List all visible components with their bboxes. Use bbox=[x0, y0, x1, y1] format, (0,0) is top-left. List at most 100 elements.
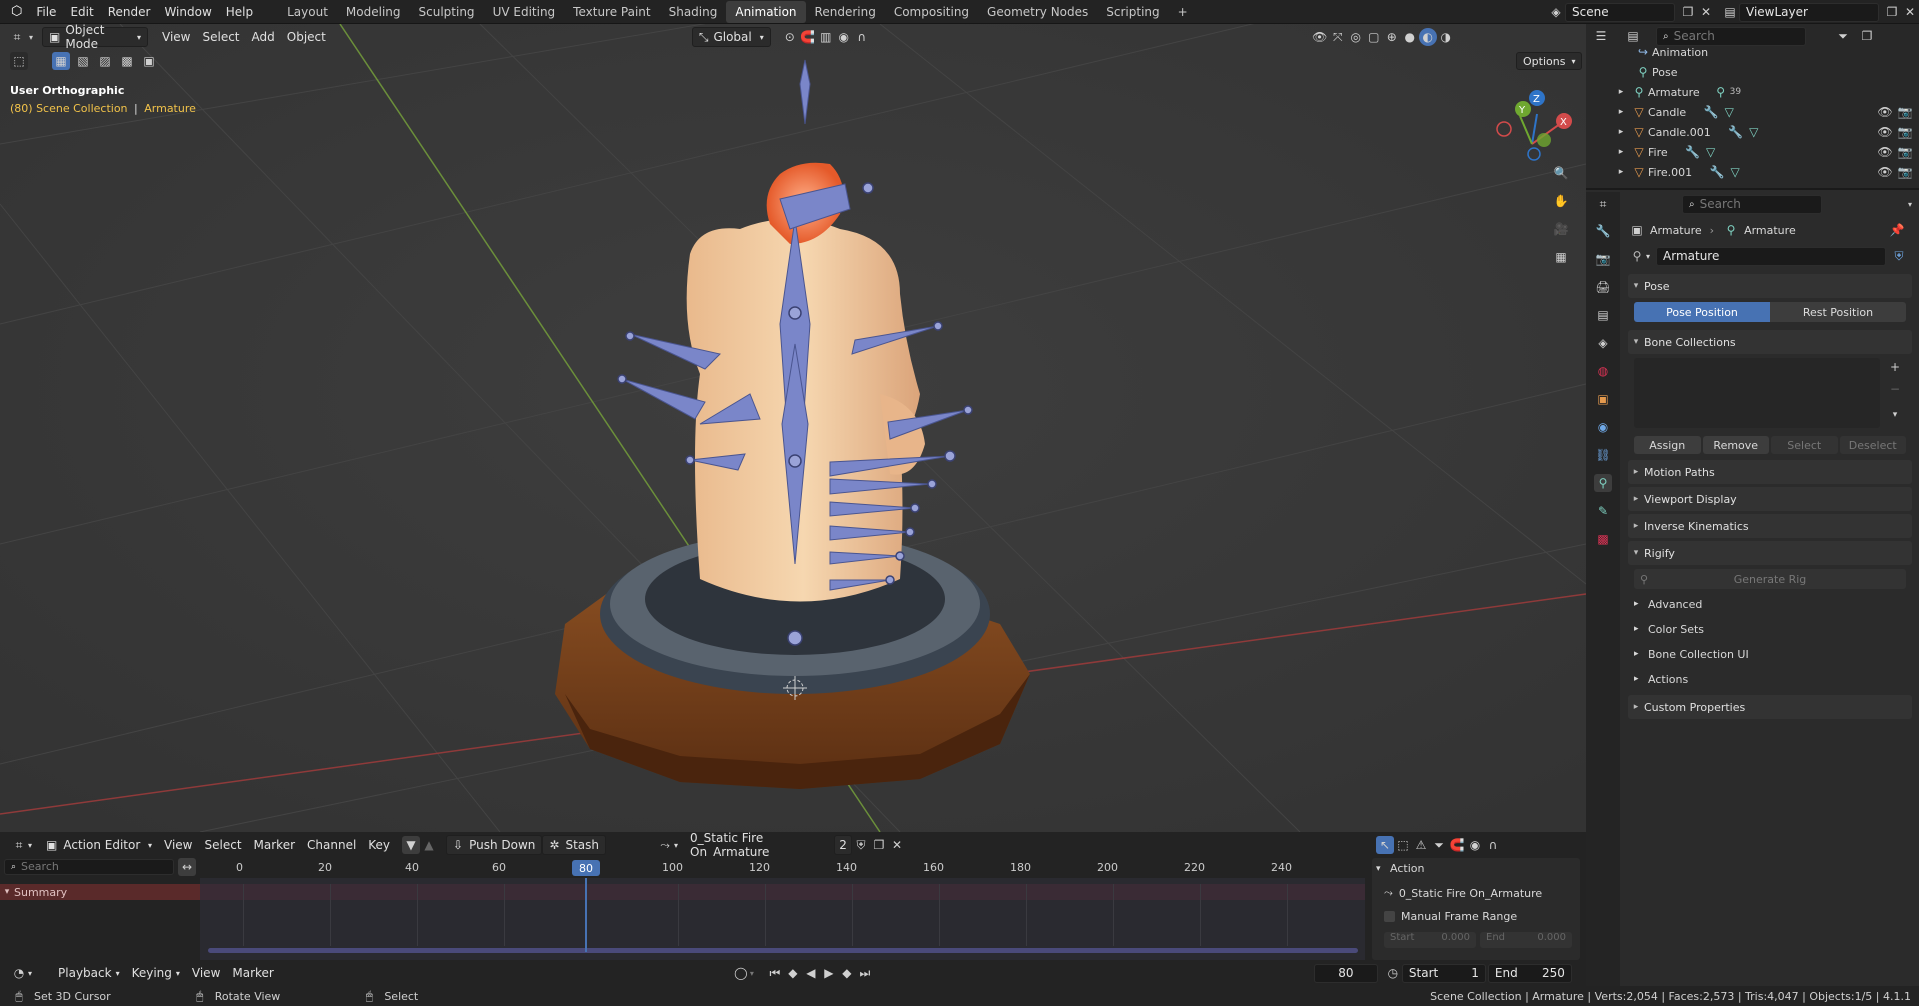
tab-rendering[interactable]: Rendering bbox=[806, 1, 885, 23]
properties-search-input[interactable]: ⌕ Search bbox=[1682, 194, 1822, 214]
add-workspace-button[interactable]: + bbox=[1169, 1, 1197, 23]
ae-menu-view[interactable]: View bbox=[158, 835, 198, 855]
keying-menu[interactable]: Keying ▾ bbox=[126, 963, 186, 983]
manual-frame-range-checkbox[interactable] bbox=[1384, 911, 1395, 922]
chevron-right-icon[interactable]: ▸ bbox=[1612, 143, 1630, 161]
timeline-editor-icon[interactable]: ◔ bbox=[10, 964, 28, 982]
playback-menu[interactable]: Playback ▾ bbox=[52, 963, 126, 983]
list-item[interactable]: ⚲ Pose bbox=[1586, 62, 1919, 82]
overlay-icon[interactable]: ◎ bbox=[1347, 28, 1365, 46]
viewport-menu-view[interactable]: View bbox=[156, 27, 196, 47]
chevron-down-icon[interactable]: ▾ bbox=[1886, 406, 1904, 424]
editor-type-icon[interactable]: ⌗ bbox=[8, 28, 26, 46]
duplicate-action-icon[interactable]: ❐ bbox=[870, 836, 888, 854]
chevron-down-icon[interactable]: ▾ bbox=[1901, 195, 1919, 213]
editor-type-icon[interactable]: ⌗ bbox=[10, 836, 28, 854]
dopesheet-area[interactable]: 80 0 20 40 60 100 120 140 160 180 200 22… bbox=[200, 858, 1365, 960]
viewport-menu-object[interactable]: Object bbox=[281, 27, 332, 47]
viewport-menu-add[interactable]: Add bbox=[246, 27, 281, 47]
action-editor[interactable]: ⌗ ▾ ▣ Action Editor ▾ View Select Marker… bbox=[0, 831, 1586, 960]
armature-icon[interactable]: ⚲ bbox=[1628, 247, 1646, 265]
chevron-right-icon[interactable]: ▸ bbox=[1612, 83, 1630, 101]
remove-scene-icon[interactable]: ✕ bbox=[1697, 3, 1715, 21]
rigify-bone-collection-ui-subpanel[interactable]: ▸ Bone Collection UI bbox=[1634, 644, 1906, 664]
proportional-edit-icon[interactable]: ◉ bbox=[835, 28, 853, 46]
frame-start-field[interactable]: Start 1 bbox=[1401, 963, 1486, 983]
bone-collections-panel-header[interactable]: ▾ Bone Collections bbox=[1628, 330, 1912, 354]
list-item[interactable]: ▸ ▽ Candle 🔧 ▽ 👁 📷 bbox=[1586, 102, 1919, 122]
options-button[interactable]: Options ▾ bbox=[1516, 52, 1583, 70]
custom-properties-panel-header[interactable]: ▸ Custom Properties bbox=[1628, 695, 1912, 719]
menu-render[interactable]: Render bbox=[101, 0, 158, 24]
xray-icon[interactable]: ▢ bbox=[1365, 28, 1383, 46]
eye-icon[interactable]: 👁 bbox=[1876, 123, 1894, 141]
transform-orientation-select[interactable]: ⤡ Global ▾ bbox=[691, 27, 771, 47]
select-new-icon[interactable]: ▦ bbox=[52, 52, 70, 70]
snapping-icon[interactable]: 🧲 bbox=[1448, 836, 1466, 854]
inverse-kinematics-panel-header[interactable]: ▸ Inverse Kinematics bbox=[1628, 514, 1912, 538]
add-icon[interactable]: + bbox=[1886, 358, 1904, 376]
tab-texture-paint[interactable]: Texture Paint bbox=[564, 1, 659, 23]
constraints-tab-icon[interactable]: ⛓ bbox=[1594, 446, 1612, 464]
wireframe-shading-icon[interactable]: ⊕ bbox=[1383, 28, 1401, 46]
rigify-panel-header[interactable]: ▾ Rigify bbox=[1628, 541, 1912, 565]
jump-start-icon[interactable]: ⏮ bbox=[766, 964, 784, 982]
range-end-field[interactable]: End 0.000 bbox=[1480, 932, 1572, 948]
chevron-right-icon[interactable]: ▸ bbox=[1612, 163, 1630, 181]
rest-position-button[interactable]: Rest Position bbox=[1770, 302, 1906, 322]
list-item[interactable]: ▸ ▽ Candle.001 🔧 ▽ 👁 📷 bbox=[1586, 122, 1919, 142]
eye-icon[interactable]: 👁 bbox=[1876, 163, 1894, 181]
select-subtract-icon[interactable]: ▨ bbox=[96, 52, 114, 70]
viewport-display-panel-header[interactable]: ▸ Viewport Display bbox=[1628, 487, 1912, 511]
auto-keying-icon[interactable]: ◯ bbox=[732, 964, 750, 982]
action-panel-header[interactable]: ▾ Action bbox=[1376, 862, 1424, 875]
tab-uv-editing[interactable]: UV Editing bbox=[484, 1, 565, 23]
chevron-right-icon[interactable]: ▸ bbox=[1612, 123, 1630, 141]
pan-hand-icon[interactable]: ✋ bbox=[1552, 192, 1570, 210]
tab-sculpting[interactable]: Sculpting bbox=[410, 1, 484, 23]
grid-view-icon[interactable]: ▦ bbox=[1552, 248, 1570, 266]
fake-user-shield-icon[interactable]: ⛨ bbox=[852, 836, 870, 854]
fake-user-shield-icon[interactable]: ⛨ bbox=[1890, 247, 1908, 265]
solid-shading-icon[interactable]: ● bbox=[1401, 28, 1419, 46]
rigify-color-sets-subpanel[interactable]: ▸ Color Sets bbox=[1634, 619, 1906, 639]
viewport-scene[interactable]: Z X Y bbox=[0, 24, 1586, 832]
pivot-icon[interactable]: ⊙ bbox=[781, 28, 799, 46]
only-selected-icon[interactable]: ↖ bbox=[1376, 836, 1395, 854]
eye-icon[interactable]: 👁 bbox=[1876, 103, 1894, 121]
tool-tab-icon[interactable]: 🔧 bbox=[1594, 222, 1612, 240]
falloff-icon[interactable]: ∩ bbox=[853, 28, 871, 46]
range-start-field[interactable]: Start 0.000 bbox=[1384, 932, 1476, 948]
jump-end-icon[interactable]: ⏭ bbox=[856, 964, 874, 982]
data-name-field[interactable]: Armature bbox=[1656, 246, 1887, 266]
pb-menu-marker[interactable]: Marker bbox=[226, 963, 279, 983]
rigify-actions-subpanel[interactable]: ▸ Actions bbox=[1634, 669, 1906, 689]
tab-shading[interactable]: Shading bbox=[660, 1, 727, 23]
swap-icon[interactable]: ↔ bbox=[178, 858, 196, 876]
play-icon[interactable]: ▶ bbox=[820, 964, 838, 982]
pose-panel-header[interactable]: ▾ Pose bbox=[1628, 274, 1912, 298]
rendered-shading-icon[interactable]: ◑ bbox=[1437, 28, 1455, 46]
viewlayer-field[interactable]: ViewLayer bbox=[1739, 2, 1879, 22]
3d-viewport[interactable]: Z X Y ⌗ ▾ ▣ Object Mode ▾ View Select Ad… bbox=[0, 24, 1586, 832]
channel-search-input[interactable]: ⌕ Search bbox=[4, 859, 174, 875]
show-hidden-icon[interactable]: ⬚ bbox=[1394, 836, 1412, 854]
bone-collections-list[interactable] bbox=[1634, 358, 1880, 428]
render-tab-icon[interactable]: 📷 bbox=[1594, 250, 1612, 268]
viewlayer-icon[interactable]: ▤ bbox=[1721, 3, 1739, 21]
select-intersect-icon[interactable]: ▣ bbox=[140, 52, 158, 70]
scene-icon[interactable]: ◈ bbox=[1547, 3, 1565, 21]
current-frame-indicator[interactable]: 80 bbox=[572, 860, 600, 876]
properties-editor-icon[interactable]: ⌗ bbox=[1594, 195, 1612, 213]
camera-icon[interactable]: 📷 bbox=[1896, 123, 1914, 141]
pin-icon[interactable]: 📌 bbox=[1888, 221, 1906, 239]
zoom-icon[interactable]: 🔍 bbox=[1552, 164, 1570, 182]
deselect-button[interactable]: Deselect bbox=[1839, 436, 1906, 454]
falloff-icon[interactable]: ∩ bbox=[1484, 836, 1502, 854]
menu-edit[interactable]: Edit bbox=[63, 0, 100, 24]
remove-icon[interactable]: − bbox=[1886, 380, 1904, 398]
ae-menu-marker[interactable]: Marker bbox=[248, 835, 301, 855]
view-layer-tab-icon[interactable]: ▤ bbox=[1594, 306, 1612, 324]
filter-icon[interactable]: ⏷ bbox=[1430, 836, 1448, 854]
play-reverse-icon[interactable]: ◀ bbox=[802, 964, 820, 982]
